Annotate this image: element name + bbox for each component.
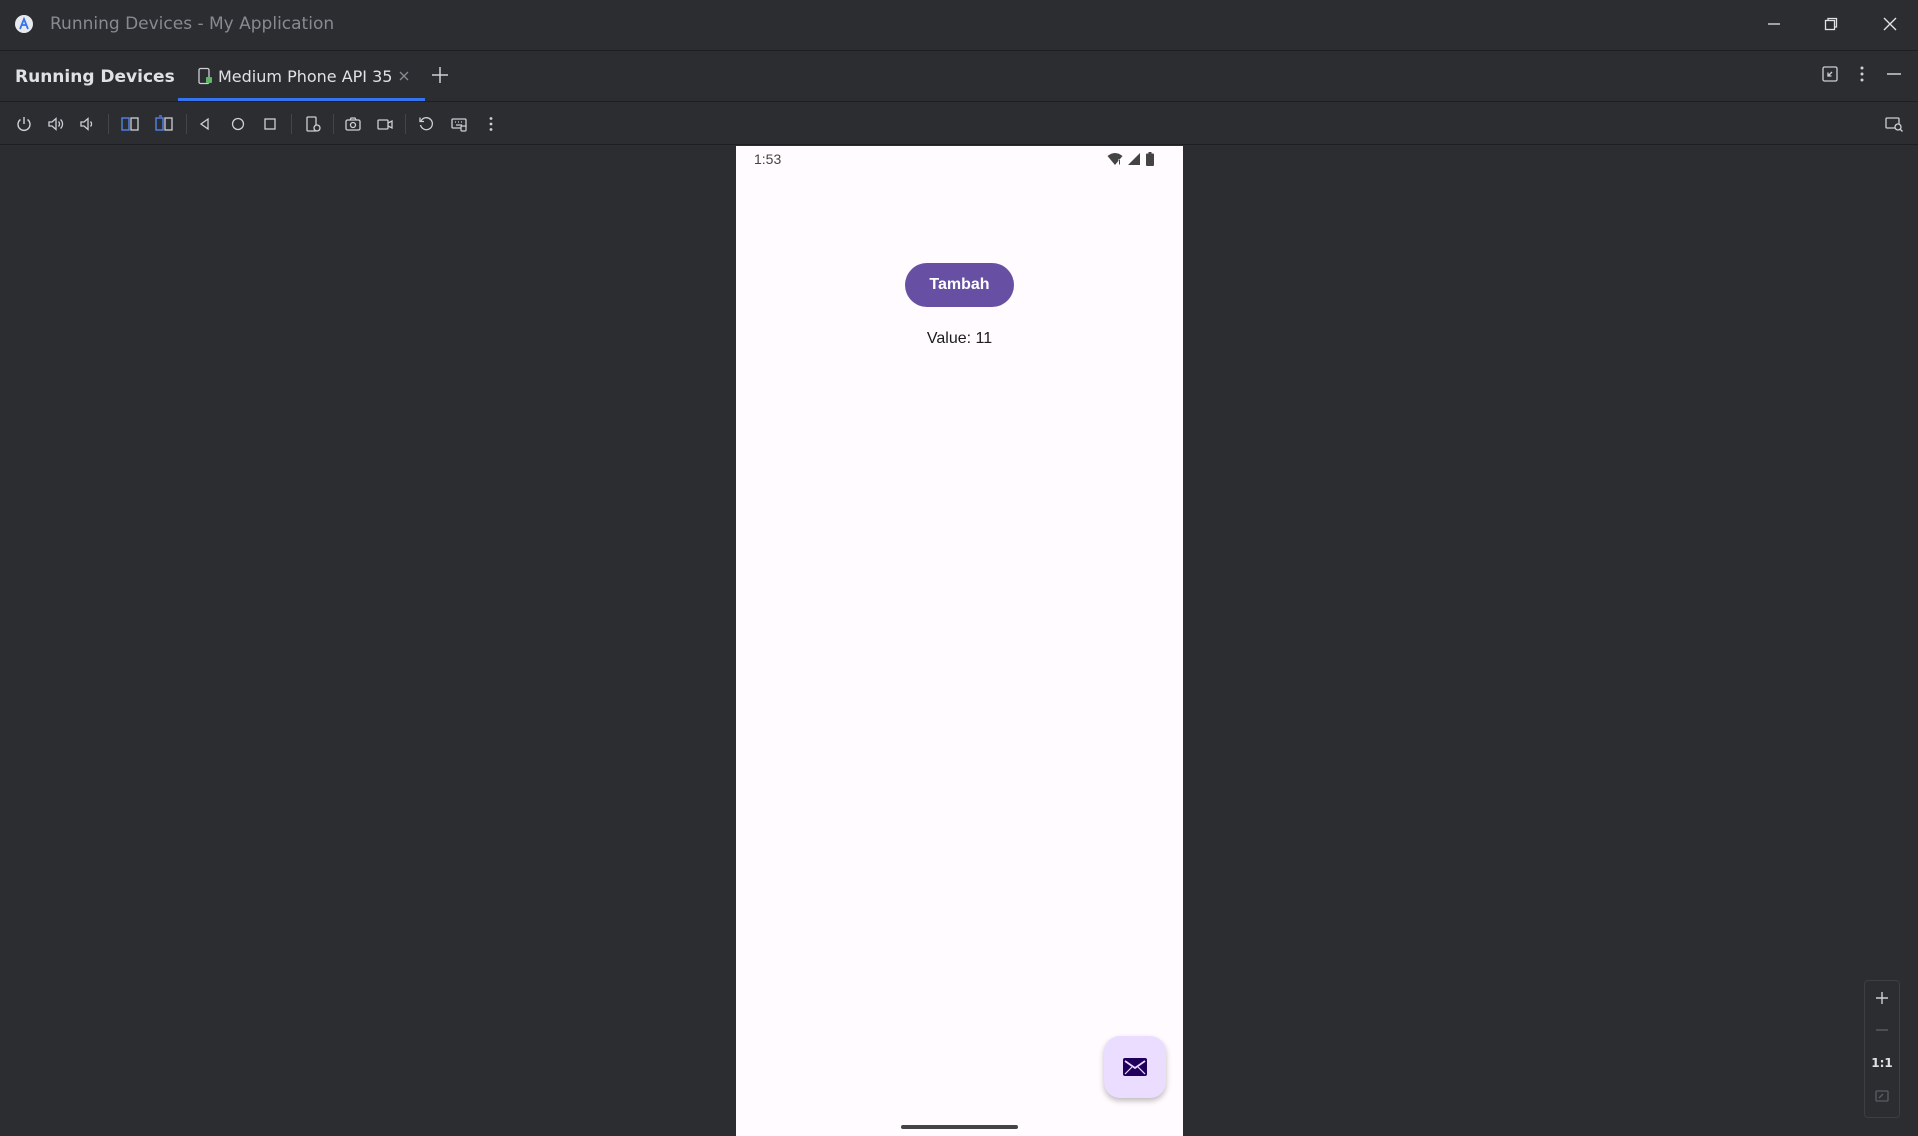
toolbar-separator bbox=[186, 114, 187, 134]
overview-button[interactable] bbox=[259, 113, 281, 135]
wifi-icon bbox=[1107, 153, 1123, 165]
status-bar-time: 1:53 bbox=[754, 151, 782, 167]
tab-label: Medium Phone API 35 bbox=[218, 67, 393, 86]
minimize-icon bbox=[1768, 23, 1780, 25]
hide-panel-icon[interactable] bbox=[1884, 64, 1904, 84]
volume-up-icon bbox=[48, 117, 64, 131]
gesture-nav-handle[interactable] bbox=[901, 1125, 1018, 1129]
rotate-left-icon bbox=[121, 117, 139, 131]
value-text: Value: 11 bbox=[926, 330, 993, 347]
minus-icon bbox=[1876, 1029, 1888, 1031]
device-phone-icon bbox=[198, 67, 212, 85]
screen-record-button[interactable] bbox=[374, 113, 396, 135]
volume-up-button[interactable] bbox=[45, 113, 67, 135]
android-studio-logo bbox=[15, 15, 33, 33]
home-button[interactable] bbox=[227, 113, 249, 135]
rotate-right-button[interactable] bbox=[153, 113, 175, 135]
toolbar-separator bbox=[333, 114, 334, 134]
zoom-out-button[interactable] bbox=[1865, 1015, 1899, 1045]
toolbar-separator bbox=[405, 114, 406, 134]
device-toolbar bbox=[0, 102, 1918, 145]
screen-record-icon bbox=[377, 119, 393, 130]
zoom-in-button[interactable] bbox=[1865, 983, 1899, 1013]
fit-screen-button[interactable] bbox=[1865, 1081, 1899, 1111]
email-fab-button[interactable] bbox=[1104, 1036, 1166, 1098]
toolbar-separator bbox=[291, 114, 292, 134]
add-tab-icon[interactable] bbox=[430, 65, 450, 85]
back-button[interactable] bbox=[194, 113, 216, 135]
battery-icon bbox=[1146, 152, 1154, 166]
keyboard-input-icon bbox=[451, 118, 467, 132]
close-icon bbox=[1883, 17, 1897, 31]
screenshot-button[interactable] bbox=[342, 113, 364, 135]
home-icon bbox=[231, 117, 245, 131]
tambah-button[interactable]: Tambah bbox=[905, 263, 1014, 307]
overview-icon bbox=[264, 118, 276, 130]
back-icon bbox=[199, 117, 209, 131]
tool-window-title: Running Devices bbox=[15, 67, 175, 87]
rotate-right-icon bbox=[155, 115, 173, 131]
volume-down-icon bbox=[80, 117, 93, 131]
close-window-button[interactable] bbox=[1878, 12, 1902, 36]
tool-window-header: Running Devices Medium Phone API 35 bbox=[0, 51, 1918, 102]
rotate-left-button[interactable] bbox=[119, 113, 141, 135]
window-title: Running Devices - My Application bbox=[50, 14, 335, 34]
tab-close-icon[interactable] bbox=[396, 68, 412, 84]
more-options-button[interactable] bbox=[480, 113, 502, 135]
screenshot-icon bbox=[345, 117, 361, 131]
more-options-icon[interactable] bbox=[1852, 64, 1872, 84]
power-icon bbox=[17, 117, 31, 131]
toolbar-separator bbox=[108, 114, 109, 134]
restore-window-button[interactable] bbox=[1819, 12, 1843, 36]
email-icon bbox=[1123, 1058, 1147, 1076]
reset-icon bbox=[419, 117, 433, 131]
device-mirroring-button[interactable] bbox=[1883, 113, 1905, 135]
restore-icon bbox=[1824, 17, 1838, 31]
plus-icon bbox=[1876, 992, 1888, 1004]
actual-size-button[interactable]: 1:1 bbox=[1865, 1048, 1899, 1078]
status-bar-icons bbox=[1107, 152, 1155, 166]
more-options-icon bbox=[489, 117, 493, 131]
zoom-controls: 1:1 bbox=[1864, 980, 1900, 1118]
reset-button[interactable] bbox=[415, 113, 437, 135]
device-mirroring-icon bbox=[1885, 117, 1903, 132]
cellular-signal-icon bbox=[1128, 153, 1140, 165]
fit-screen-icon bbox=[1875, 1090, 1889, 1102]
tab-medium-phone-api-35[interactable]: Medium Phone API 35 bbox=[178, 51, 425, 101]
device-settings-button[interactable] bbox=[302, 113, 324, 135]
power-button[interactable] bbox=[13, 113, 35, 135]
device-settings-icon bbox=[306, 116, 321, 132]
collapse-panel-icon[interactable] bbox=[1820, 64, 1840, 84]
title-bar: Running Devices - My Application bbox=[0, 0, 1918, 51]
keyboard-input-button[interactable] bbox=[448, 113, 470, 135]
volume-down-button[interactable] bbox=[76, 113, 98, 135]
device-screen[interactable]: 1:53 Tambah Value: 11 bbox=[736, 146, 1183, 1136]
minimize-window-button[interactable] bbox=[1762, 12, 1786, 36]
active-tab-indicator bbox=[178, 98, 425, 101]
